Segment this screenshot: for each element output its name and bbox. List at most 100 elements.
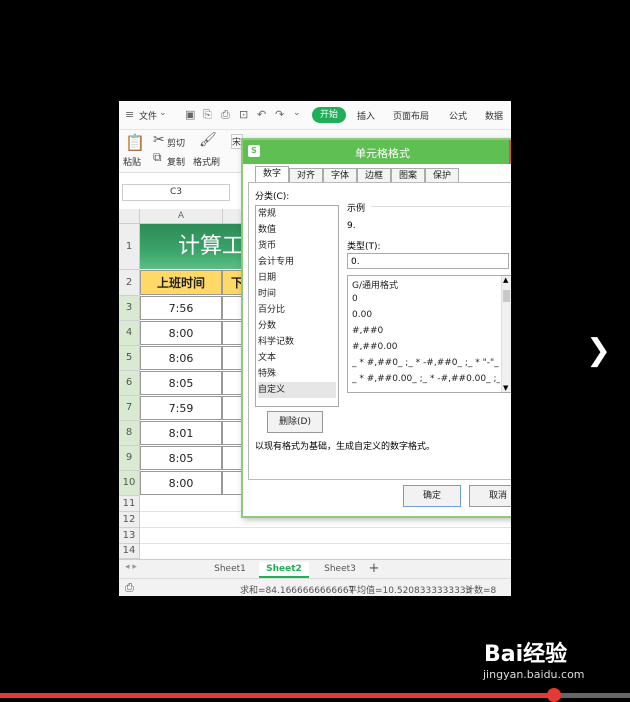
- select-all-corner[interactable]: [119, 209, 140, 224]
- row-header[interactable]: 13: [119, 528, 140, 544]
- row-header[interactable]: 11: [119, 496, 140, 512]
- cut-button[interactable]: 剪切: [167, 136, 185, 149]
- time-cell[interactable]: 8:05: [140, 371, 222, 395]
- type-item[interactable]: #,##0.00: [352, 342, 500, 352]
- sheet-tab[interactable]: Sheet3: [315, 562, 365, 576]
- row-header[interactable]: 14: [119, 544, 140, 559]
- category-item[interactable]: 时间: [258, 286, 336, 302]
- cell-b[interactable]: [222, 296, 242, 320]
- time-cell[interactable]: 7:59: [140, 396, 222, 420]
- row-header[interactable]: 2: [119, 270, 140, 296]
- cell-b[interactable]: [222, 371, 242, 395]
- cell-b[interactable]: [222, 321, 242, 345]
- copy-icon[interactable]: ⧉: [153, 150, 162, 165]
- save-icon[interactable]: ▣: [185, 108, 195, 121]
- row-header[interactable]: 9: [119, 446, 140, 471]
- header-cell-b[interactable]: 下: [222, 270, 242, 295]
- category-item[interactable]: 特殊: [258, 366, 336, 382]
- row-header[interactable]: 1: [119, 224, 140, 270]
- category-item-selected[interactable]: 自定义: [258, 382, 336, 398]
- video-progress-bar[interactable]: [0, 688, 630, 702]
- print-icon[interactable]: ⎙: [221, 108, 230, 122]
- sheet-nav-arrows[interactable]: ◂ ▸: [125, 562, 137, 572]
- category-item[interactable]: 数值: [258, 222, 336, 238]
- row-header[interactable]: 12: [119, 512, 140, 528]
- close-icon[interactable]: [509, 140, 511, 164]
- row-header[interactable]: 5: [119, 346, 140, 371]
- delete-button[interactable]: 删除(D): [267, 411, 323, 433]
- cell-b[interactable]: [222, 346, 242, 370]
- tab-insert[interactable]: 插入: [357, 109, 375, 122]
- name-box[interactable]: C3: [122, 184, 230, 201]
- watermark-logo: Bai经验: [484, 642, 568, 667]
- type-input[interactable]: 0.: [347, 253, 509, 269]
- paste-icon[interactable]: 📋: [125, 133, 145, 152]
- ok-button[interactable]: 确定: [403, 485, 461, 507]
- scroll-thumb[interactable]: [503, 290, 510, 302]
- status-doc-icon[interactable]: ⎙: [125, 581, 134, 595]
- header-cell-a[interactable]: 上班时间: [140, 270, 222, 295]
- category-item[interactable]: 会计专用: [258, 254, 336, 270]
- preview-icon[interactable]: ⊡: [239, 108, 248, 121]
- format-painter-button[interactable]: 格式刷: [193, 155, 220, 168]
- category-item[interactable]: 百分比: [258, 302, 336, 318]
- tab-formulas[interactable]: 公式: [449, 109, 467, 122]
- chevron-down-icon[interactable]: ⌄: [159, 108, 167, 118]
- cell-b[interactable]: [222, 446, 242, 470]
- sheet-tab[interactable]: Sheet1: [205, 562, 255, 576]
- cut-icon[interactable]: ✂: [153, 132, 165, 148]
- row-header[interactable]: 7: [119, 396, 140, 421]
- scroll-down-icon[interactable]: ▼: [503, 384, 508, 392]
- time-cell[interactable]: 8:00: [140, 321, 222, 345]
- type-list[interactable]: G/通用格式 0 0.00 #,##0 #,##0.00 _ * #,##0_ …: [347, 275, 511, 393]
- dialog-titlebar[interactable]: S 单元格格式: [243, 140, 511, 164]
- format-painter-icon[interactable]: 🖌: [199, 132, 217, 148]
- category-item[interactable]: 货币: [258, 238, 336, 254]
- type-item[interactable]: #,##0: [352, 326, 500, 336]
- row-header[interactable]: 3: [119, 296, 140, 321]
- next-arrow-icon[interactable]: ❯: [586, 333, 611, 368]
- add-sheet-icon[interactable]: +: [367, 562, 381, 576]
- row-header[interactable]: 4: [119, 321, 140, 346]
- category-item[interactable]: 文本: [258, 350, 336, 366]
- type-item[interactable]: _ * #,##0_ ;_ * -#,##0_ ;_ * "-"_ ;_ @_: [352, 358, 500, 368]
- row-header[interactable]: 8: [119, 421, 140, 446]
- sheet-tab-active[interactable]: Sheet2: [259, 562, 309, 578]
- undo-icon[interactable]: ↶: [257, 108, 266, 121]
- type-item[interactable]: 0: [352, 294, 500, 304]
- redo-icon[interactable]: ↷: [275, 108, 284, 121]
- type-item[interactable]: _ * #,##0.00_ ;_ * -#,##0.00_ ;_ * "-"??…: [352, 374, 500, 384]
- tab-home[interactable]: 开始: [312, 107, 346, 123]
- menu-icon[interactable]: ≡: [125, 108, 134, 121]
- file-menu[interactable]: 文件: [139, 109, 157, 122]
- export-icon[interactable]: ⎘: [203, 108, 212, 122]
- dropdown-icon[interactable]: ⌄: [293, 108, 301, 118]
- copy-button[interactable]: 复制: [167, 155, 185, 168]
- type-list-scrollbar[interactable]: ▲ ▼: [501, 276, 511, 392]
- category-item[interactable]: 分数: [258, 318, 336, 334]
- time-cell[interactable]: 8:01: [140, 421, 222, 445]
- time-cell[interactable]: 8:00: [140, 471, 222, 495]
- type-item[interactable]: G/通用格式: [352, 278, 500, 291]
- cell-b[interactable]: [222, 421, 242, 445]
- tab-data[interactable]: 数据: [485, 109, 503, 122]
- time-cell[interactable]: 7:56: [140, 296, 222, 320]
- row-header[interactable]: 6: [119, 371, 140, 396]
- cell-b[interactable]: [222, 471, 242, 495]
- row-header[interactable]: 10: [119, 471, 140, 496]
- time-cell[interactable]: 8:06: [140, 346, 222, 370]
- category-item[interactable]: 常规: [258, 206, 336, 222]
- category-list[interactable]: 常规 数值 货币 会计专用 日期 时间 百分比 分数 科学记数 文本 特殊 自定…: [255, 205, 339, 407]
- category-item[interactable]: 日期: [258, 270, 336, 286]
- time-cell[interactable]: 8:05: [140, 446, 222, 470]
- paste-label[interactable]: 粘贴: [123, 155, 141, 168]
- column-header-a[interactable]: A: [140, 209, 223, 224]
- cell-b[interactable]: [222, 396, 242, 420]
- type-item[interactable]: 0.00: [352, 310, 500, 320]
- scroll-up-icon[interactable]: ▲: [503, 276, 508, 284]
- cancel-button[interactable]: 取消: [469, 485, 511, 507]
- video-progress-knob[interactable]: [547, 688, 562, 702]
- tab-page-layout[interactable]: 页面布局: [393, 109, 429, 122]
- dialog-body: 分类(C): 常规 数值 货币 会计专用 日期 时间 百分比 分数 科学记数 文…: [248, 182, 511, 480]
- category-item[interactable]: 科学记数: [258, 334, 336, 350]
